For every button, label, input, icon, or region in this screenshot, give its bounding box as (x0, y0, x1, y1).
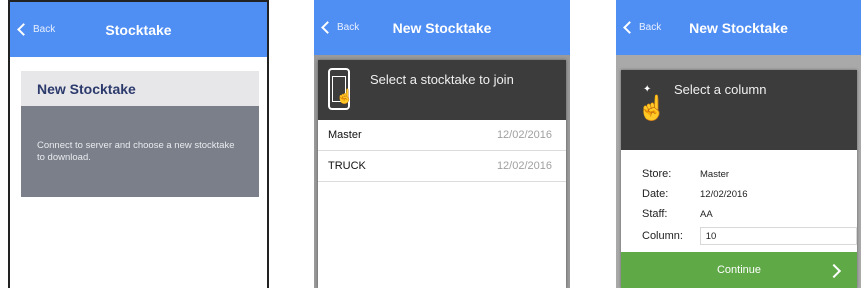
select-stocktake-screen: Back New Stocktake ☝ Select a stocktake … (314, 0, 570, 288)
nav-bar: Back New Stocktake (314, 0, 570, 55)
select-stocktake-dialog: ☝ Select a stocktake to join Master 12/0… (318, 60, 566, 288)
select-column-dialog: ✦ ☝ Select a column Store: Master Date: … (621, 70, 857, 288)
back-label: Back (337, 22, 360, 33)
date-value: 12/02/2016 (700, 188, 748, 200)
store-value: Master (700, 168, 730, 180)
list-item[interactable]: TRUCK 12/02/2016 (318, 151, 566, 182)
continue-button[interactable]: Continue (621, 252, 857, 288)
list-item[interactable]: Master 12/02/2016 (318, 120, 566, 151)
staff-label: Staff: (642, 208, 668, 220)
dialog-header: ☝ Select a stocktake to join (318, 60, 566, 120)
select-column-screen: Back New Stocktake ✦ ☝ Select a column S… (616, 0, 861, 288)
column-field: Column: (642, 224, 857, 248)
store-label: Store: (642, 168, 672, 180)
dialog-title: Select a column (674, 82, 767, 97)
column-input[interactable] (699, 227, 857, 245)
nav-bar: Back Stocktake (10, 2, 267, 57)
staff-value: AA (700, 208, 713, 220)
column-label: Column: (642, 230, 683, 242)
date-field: Date: 12/02/2016 (642, 184, 857, 204)
chevron-right-icon (826, 263, 842, 279)
staff-field: Staff: AA (642, 204, 857, 224)
dialog-header: ✦ ☝ Select a column (621, 70, 857, 150)
chevron-left-icon (623, 21, 636, 34)
stocktake-date: 12/02/2016 (496, 160, 552, 172)
stocktake-date: 12/02/2016 (496, 129, 552, 141)
new-stocktake-card[interactable]: New Stocktake Connect to server and choo… (21, 71, 259, 197)
store-field: Store: Master (642, 164, 857, 184)
back-button[interactable]: Back (320, 0, 359, 55)
stocktake-screen: Back Stocktake New Stocktake Connect to … (8, 0, 269, 288)
stocktake-name: TRUCK (328, 160, 366, 172)
nav-bar: Back New Stocktake (616, 0, 861, 55)
chevron-left-icon (17, 23, 30, 36)
back-button[interactable]: Back (622, 0, 661, 55)
chevron-left-icon (321, 21, 334, 34)
stocktake-details: Store: Master Date: 12/02/2016 Staff: AA… (621, 164, 857, 248)
back-label: Back (639, 22, 662, 33)
phone-touch-icon: ☝ (328, 68, 353, 110)
date-label: Date: (642, 188, 669, 200)
stocktake-name: Master (328, 129, 362, 141)
dialog-title: Select a stocktake to join (370, 72, 514, 87)
card-title: New Stocktake (21, 71, 259, 106)
back-button[interactable]: Back (16, 2, 55, 57)
card-description: Connect to server and choose a new stock… (37, 140, 235, 163)
continue-label: Continue (716, 264, 762, 276)
back-label: Back (33, 24, 56, 35)
